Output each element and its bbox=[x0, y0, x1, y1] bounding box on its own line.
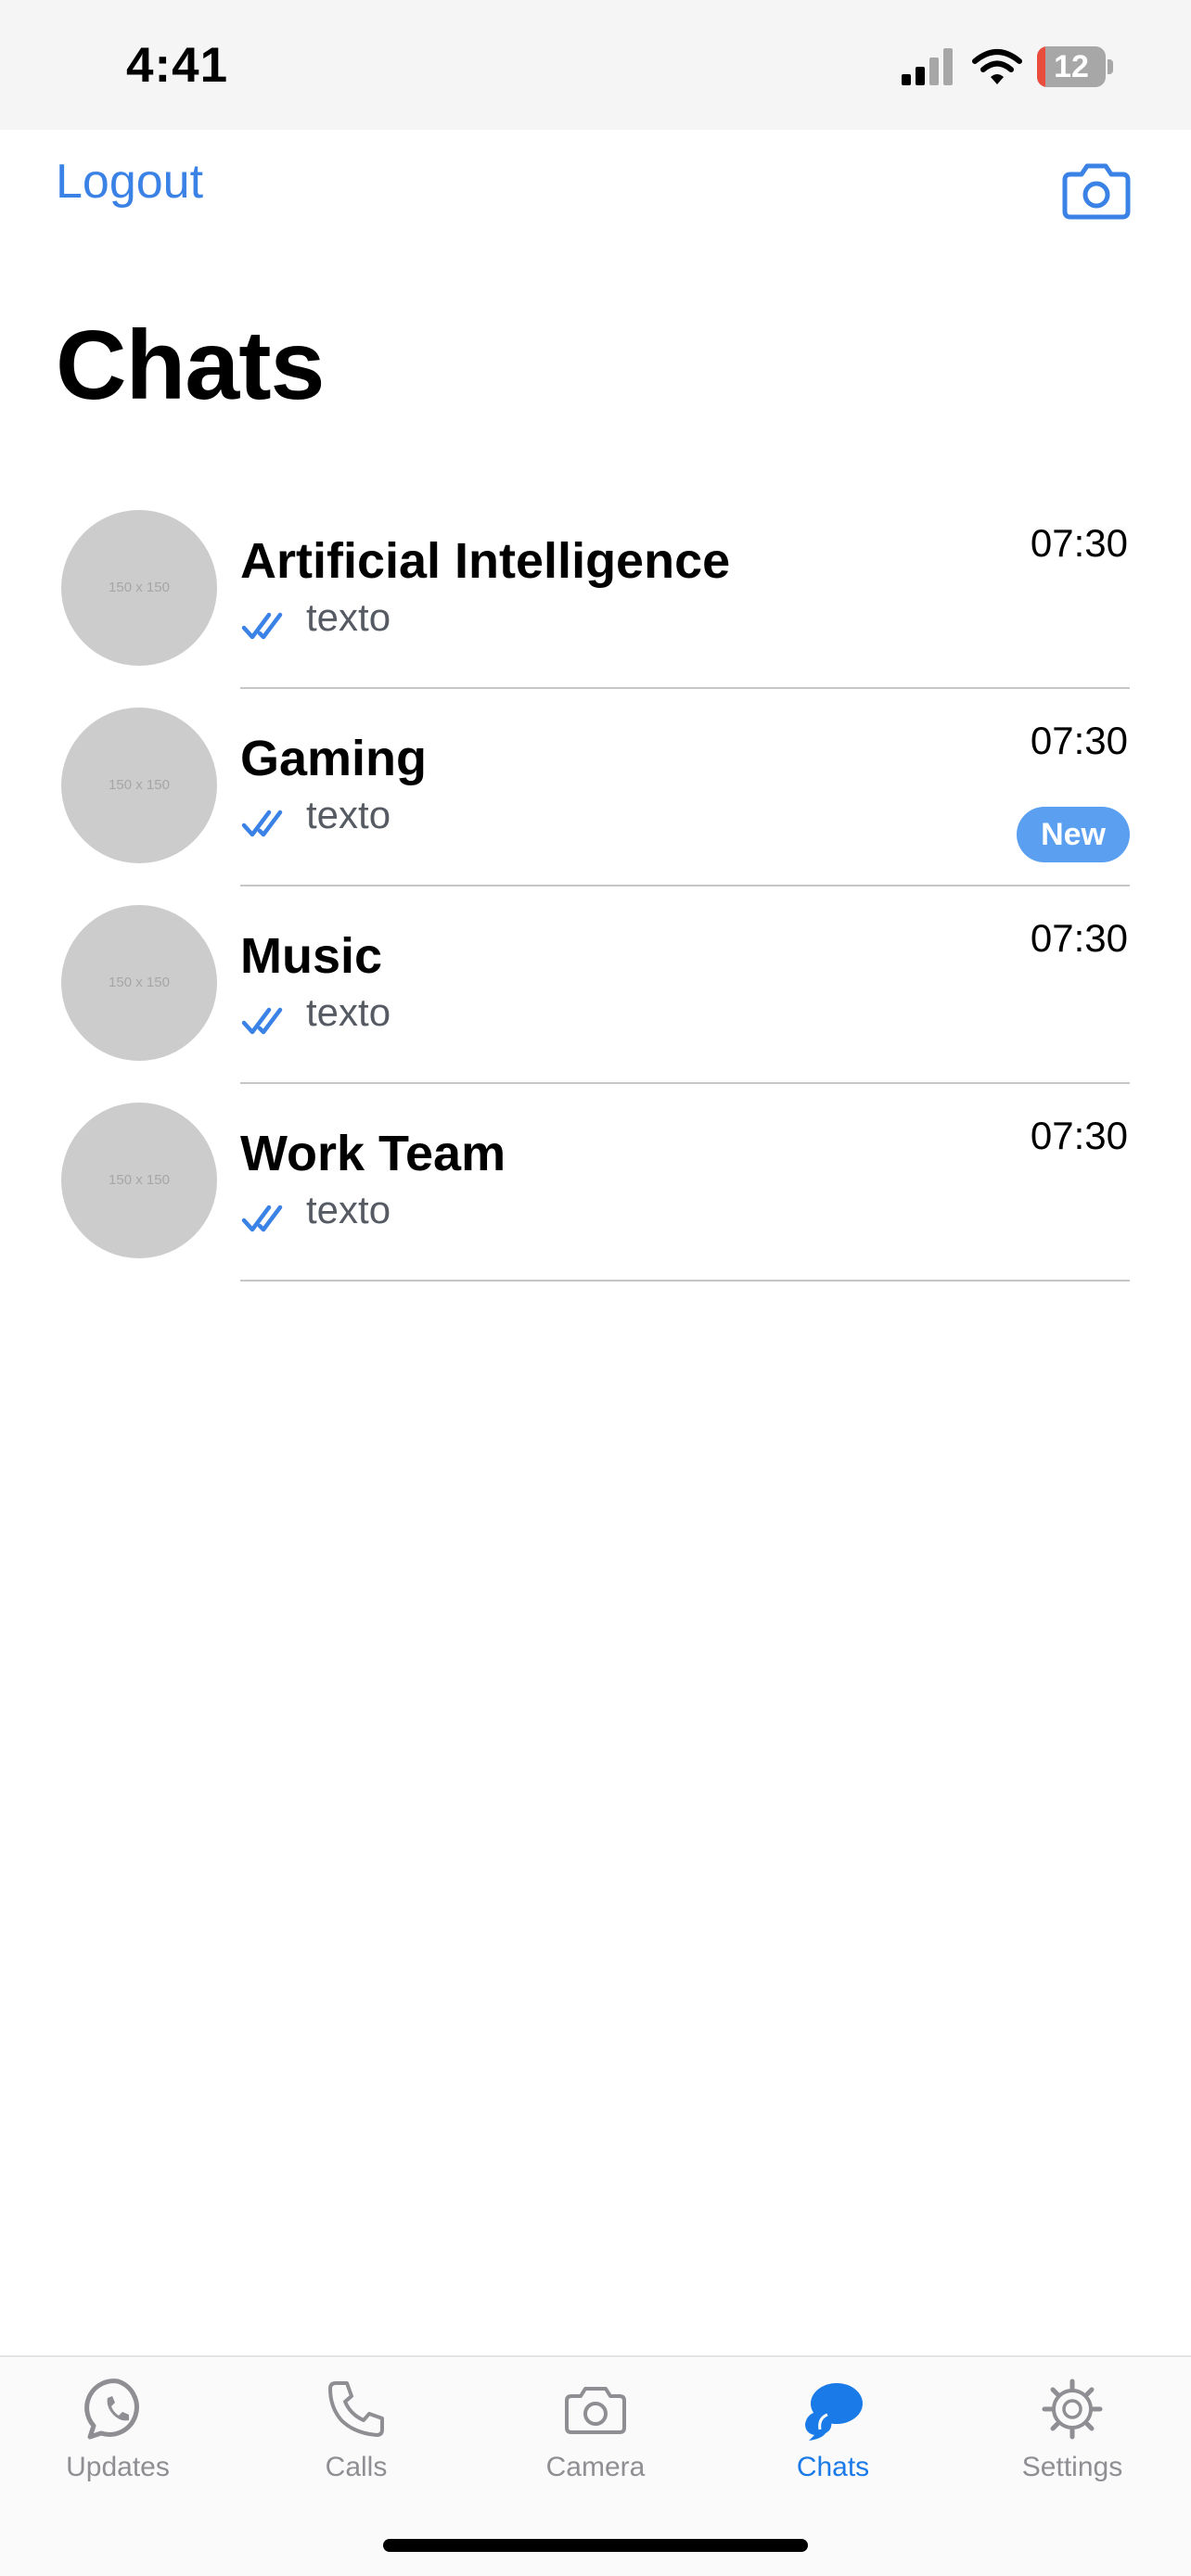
tab-label: Settings bbox=[1021, 2452, 1123, 2482]
double-check-icon bbox=[241, 612, 283, 640]
tab-label: Calls bbox=[325, 2452, 388, 2482]
chat-time: 07:30 bbox=[1030, 1114, 1128, 1157]
camera-icon[interactable] bbox=[1061, 161, 1132, 221]
tab-calls[interactable]: Calls bbox=[263, 2376, 449, 2483]
cellular-signal-icon bbox=[902, 48, 953, 85]
divider bbox=[240, 1280, 1130, 1282]
chat-time: 07:30 bbox=[1030, 719, 1128, 762]
logout-button[interactable]: Logout bbox=[56, 154, 203, 210]
chat-name: Artificial Intelligence bbox=[240, 533, 731, 589]
page-title: Chats bbox=[56, 311, 326, 420]
avatar: 150 x 150 bbox=[61, 708, 217, 863]
chat-row[interactable]: 150 x 150 Work Team texto 07:30 bbox=[0, 1084, 1191, 1282]
double-check-icon bbox=[241, 1007, 283, 1035]
chat-preview: texto bbox=[306, 990, 391, 1034]
phone-icon bbox=[328, 2381, 384, 2437]
chat-name: Gaming bbox=[240, 731, 428, 786]
new-badge: New bbox=[1017, 807, 1130, 862]
wifi-icon bbox=[972, 49, 1022, 84]
chat-row[interactable]: 150 x 150 Artificial Intelligence texto … bbox=[0, 491, 1191, 689]
chat-preview: texto bbox=[306, 1188, 391, 1231]
double-check-icon bbox=[241, 1205, 283, 1232]
tab-label: Chats bbox=[796, 2452, 870, 2482]
double-check-icon bbox=[241, 810, 283, 837]
avatar: 150 x 150 bbox=[61, 510, 217, 666]
chat-name: Music bbox=[240, 928, 383, 984]
chat-list: 150 x 150 Artificial Intelligence texto … bbox=[0, 491, 1191, 1282]
chat-row[interactable]: 150 x 150 Gaming texto 07:30 New bbox=[0, 689, 1191, 886]
tab-label: Camera bbox=[545, 2452, 646, 2482]
battery-percent: 12 bbox=[1054, 49, 1089, 84]
chat-bubbles-icon bbox=[805, 2383, 863, 2441]
tab-settings[interactable]: Settings bbox=[980, 2376, 1165, 2483]
tab-updates[interactable]: Updates bbox=[25, 2376, 211, 2483]
camera-icon bbox=[565, 2387, 626, 2434]
tab-camera[interactable]: Camera bbox=[503, 2376, 688, 2483]
battery-icon: 12 bbox=[1037, 46, 1113, 87]
chat-name: Work Team bbox=[240, 1126, 506, 1181]
tab-chats[interactable]: Chats bbox=[740, 2376, 926, 2483]
chat-row[interactable]: 150 x 150 Music texto 07:30 bbox=[0, 886, 1191, 1084]
home-indicator bbox=[383, 2539, 808, 2552]
status-bar: 4:41 12 bbox=[0, 0, 1191, 130]
chat-preview: texto bbox=[306, 595, 391, 639]
chat-time: 07:30 bbox=[1030, 916, 1128, 960]
chat-preview: texto bbox=[306, 793, 391, 836]
whatsapp-icon bbox=[84, 2378, 139, 2440]
status-time: 4:41 bbox=[126, 38, 229, 93]
avatar: 150 x 150 bbox=[61, 1103, 217, 1258]
avatar: 150 x 150 bbox=[61, 905, 217, 1061]
gear-icon bbox=[1042, 2378, 1103, 2440]
tab-label: Updates bbox=[66, 2452, 170, 2482]
chat-time: 07:30 bbox=[1030, 521, 1128, 565]
